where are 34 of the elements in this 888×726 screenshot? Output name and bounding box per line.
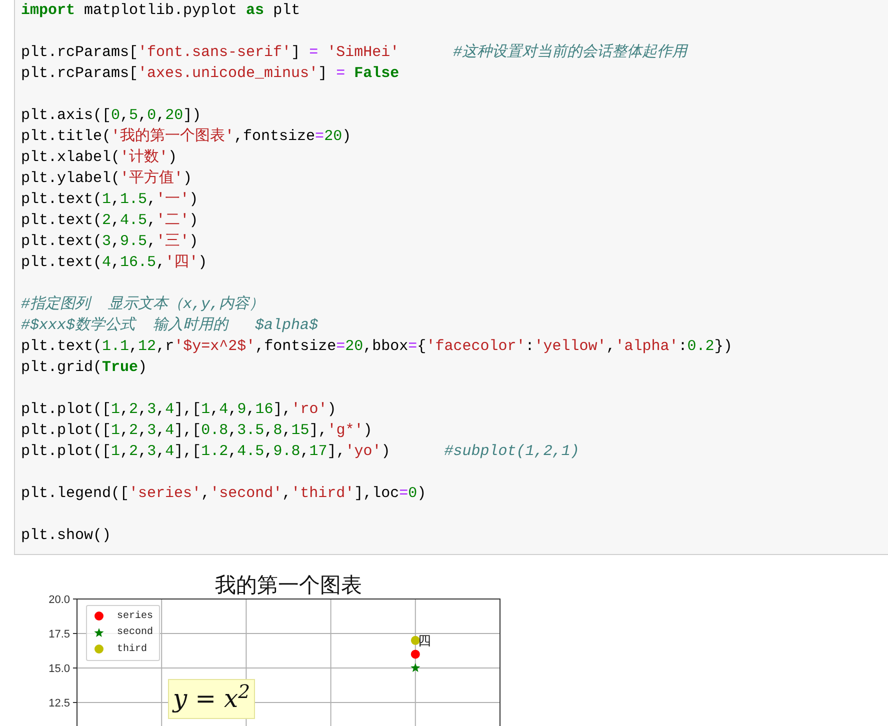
y-tick-label: 20.0 [48,594,70,606]
code-line: plt.xlabel('计数') [21,148,178,168]
code-line: plt.text(1,1.5,'一') [21,190,200,210]
code-line: plt.title('我的第一个图表',fontsize=20) [21,126,352,147]
chart-title: 我的第一个图表 [215,574,362,597]
code-line: plt.text(4,16.5,'四') [21,253,208,273]
code-line: plt.axis([0,5,0,20]) [21,106,202,126]
code-line: plt.text(2,4.5,'二') [21,211,200,231]
code-cell[interactable] [14,0,888,555]
point-label: 四 [418,634,431,648]
formula-label: y = x$^{2}$ [168,679,256,719]
tick-mark [72,633,78,634]
code-line: plt.plot([1,2,3,4],[0.8,3.5,8,15],'g*') [21,421,374,441]
legend-label: series [117,610,154,624]
code-line: #指定图列 显示文本（x,y,内容） [21,294,266,315]
y-tick-label: 12.5 [48,698,70,710]
code-line: #$xxx$数学公式 输入时用的 $alpha$ [21,316,320,336]
legend-label: second [117,626,154,640]
tick-mark [72,702,78,703]
code-line: plt.plot([1,2,3,4],[1.2,4.5,9.8,17],'yo') #subplot(1,2,1) [21,442,580,462]
y-tick-label: 17.5 [48,628,70,640]
code-line: plt.rcParams['axes.unicode_minus'] = False [21,64,400,84]
legend-label: third [117,642,148,657]
y-tick-label: 15.0 [48,663,70,675]
code-line: plt.ylabel('平方值') [21,168,194,189]
code-line: plt.plot([1,2,3,4],[1,4,9,16],'ro') [21,400,338,420]
code-line: plt.rcParams['font.sans-serif'] = 'SimHei' #这种设置对当前的会话整体起作用 [21,42,690,63]
code-line: plt.text(3,9.5,'三') [21,232,200,252]
code-line: import matplotlib.pyplot as plt [21,1,302,21]
code-line: plt.text(1.1,12,r'$y=x^2$',fontsize=20,bbox={'facecolor':'yellow','alpha':0.2}) [21,337,734,357]
code-line: plt.show() [21,526,112,546]
code-line: plt.legend(['series','second','third'],loc=0) [21,484,428,504]
code-line: plt.grid(True) [21,358,148,378]
tick-mark [72,598,78,600]
